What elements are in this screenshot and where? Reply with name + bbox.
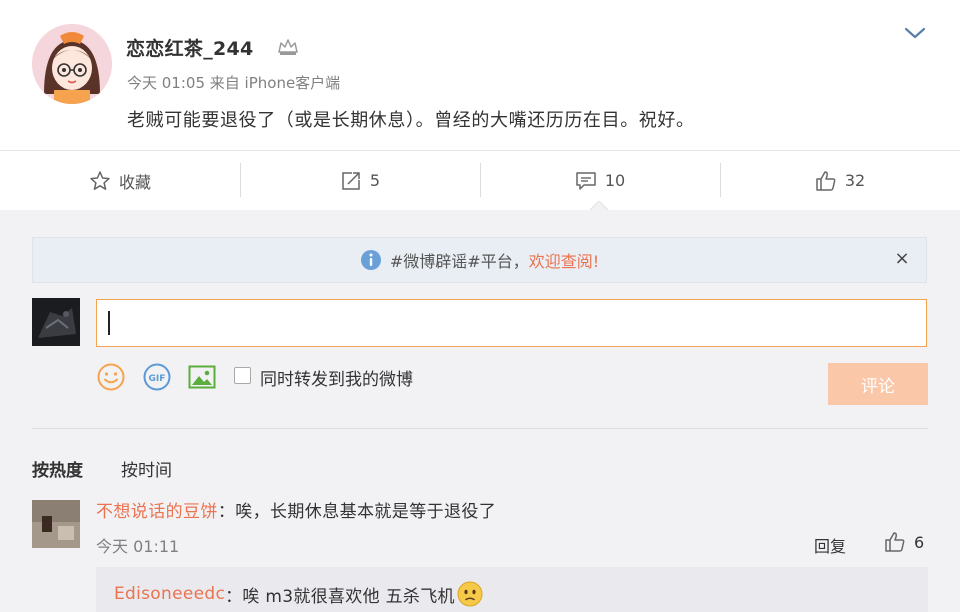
reply-button[interactable]: 回复 [814,533,846,557]
image-icon[interactable] [187,362,217,392]
comment-like-count: 6 [914,532,925,552]
post-actions: 收藏 5 10 32 [0,150,960,210]
repost-button[interactable]: 5 [240,151,480,210]
thumb-up-icon [885,532,905,552]
worried-face-icon [457,581,483,607]
thumb-up-icon [816,170,836,191]
repost-count: 5 [369,171,381,190]
post-source: 来自 iPhone客户端 [209,74,341,92]
repost-checkbox[interactable] [234,367,251,384]
comment-icon [576,171,596,190]
info-icon [360,250,381,270]
notice-link[interactable]: 欢迎查阅! [529,248,599,272]
comment-time: 今天 01:11 [96,537,180,556]
divider [32,428,928,429]
post-meta: 今天 01:05 来自 iPhone客户端 [127,72,340,93]
comment-count: 10 [604,171,626,190]
notice-text: #微博辟谣#平台， [389,252,529,271]
commenter-name[interactable]: 不想说话的豆饼 [96,502,218,522]
share-icon [342,171,360,190]
sub-reply-content: Edisoneeedc ：唉 m3就很喜欢他 五杀飞机 [114,581,483,607]
comment-section: #微博辟谣#平台， 欢迎查阅! × GIF 同时转发到我的微博 评论 按热度 按… [0,210,960,612]
star-icon [90,170,110,190]
author-avatar[interactable] [32,24,112,104]
favorite-button[interactable]: 收藏 [0,151,240,210]
commenter-avatar[interactable] [32,500,80,548]
post-card: 恋恋红茶_244 今天 01:05 来自 iPhone客户端 老贼可能要退役了（… [0,0,960,150]
like-button[interactable]: 32 [720,151,960,210]
repost-checkbox-label[interactable]: 同时转发到我的微博 [260,365,413,390]
crown-icon [278,39,298,55]
comment-like-button[interactable]: 6 [884,531,924,553]
comment-content: 不想说话的豆饼：唉，长期休息基本就是等于退役了 [96,497,496,522]
text-cursor [108,311,110,335]
comment-input[interactable] [96,299,927,347]
gif-icon[interactable]: GIF [142,362,172,392]
svg-text:GIF: GIF [149,374,166,384]
submit-comment-button[interactable]: 评论 [828,363,928,405]
my-avatar[interactable] [32,298,80,346]
sort-by-time-tab[interactable]: 按时间 [121,456,172,481]
author-name[interactable]: 恋恋红茶_244 [126,34,254,61]
favorite-label: 收藏 [118,172,151,192]
rumor-notice-bar: #微博辟谣#平台， 欢迎查阅! × [32,237,927,283]
sort-by-hot-tab[interactable]: 按热度 [32,456,83,481]
chevron-down-icon[interactable] [903,25,927,41]
post-time[interactable]: 今天 01:05 [127,74,205,92]
like-count: 32 [844,171,866,190]
sub-reply-user[interactable]: Edisoneeedc [114,584,225,604]
sub-reply-text: ：唉 m3就很喜欢他 五杀飞机 [225,586,455,607]
smiley-icon[interactable] [96,362,126,392]
comment-text: ：唉，长期休息基本就是等于退役了 [217,502,497,522]
close-icon[interactable]: × [894,250,910,268]
post-body: 老贼可能要退役了（或是长期休息）。曾经的大嘴还历历在目。祝好。 [127,110,695,131]
sub-reply: Edisoneeedc ：唉 m3就很喜欢他 五杀飞机 [96,567,928,612]
